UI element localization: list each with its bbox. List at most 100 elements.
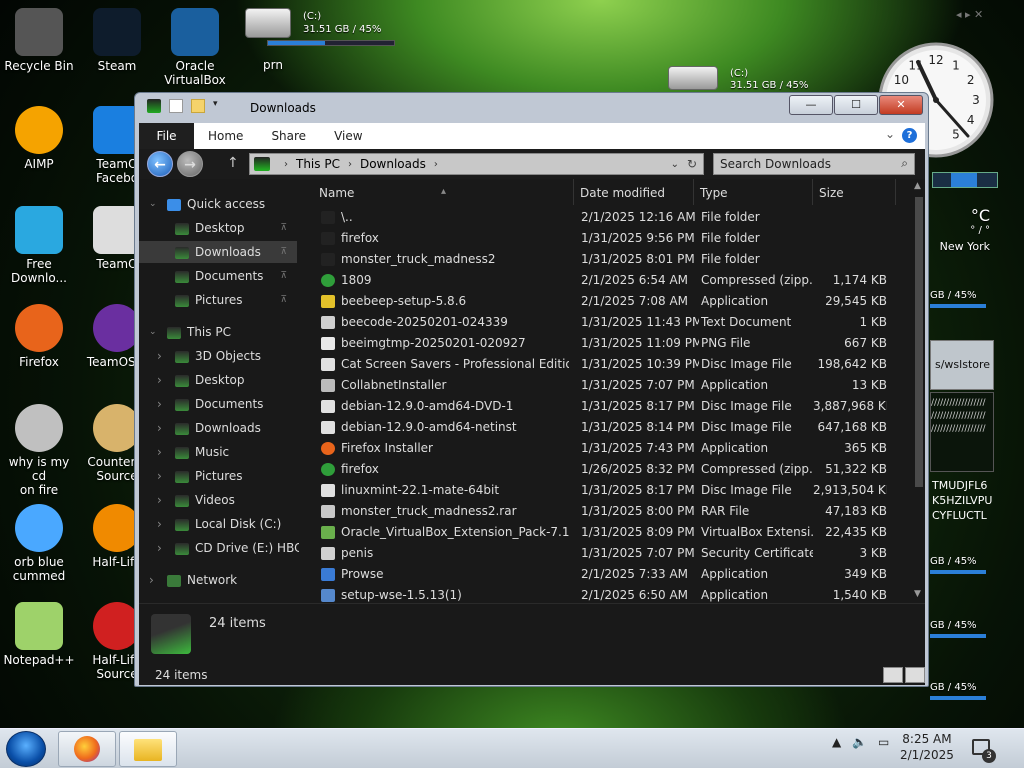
file-row[interactable]: debian-12.9.0-amd64-DVD-1 1/31/2025 8:17 … xyxy=(313,396,913,417)
breadcrumb-separator-icon[interactable]: › xyxy=(284,159,288,170)
file-row[interactable]: \.. 2/1/2025 12:16 AM File folder xyxy=(313,207,913,228)
forward-button[interactable]: → xyxy=(177,151,203,177)
nav-pc-item[interactable]: › Desktop xyxy=(139,369,297,391)
nav-network[interactable]: › Network xyxy=(139,569,297,591)
file-row[interactable]: linuxmint-22.1-mate-64bit 1/31/2025 8:17 … xyxy=(313,480,913,501)
nav-pc-item[interactable]: › Pictures xyxy=(139,465,297,487)
back-button[interactable]: ← xyxy=(147,151,173,177)
file-row[interactable]: Cat Screen Savers - Professional Edition… xyxy=(313,354,913,375)
breadcrumb-separator-icon[interactable]: › xyxy=(434,159,438,170)
details-view-icon[interactable] xyxy=(883,667,903,683)
breadcrumb-separator-icon[interactable]: › xyxy=(348,159,352,170)
file-row[interactable]: monster_truck_madness2.rar 1/31/2025 8:00… xyxy=(313,501,913,522)
expand-chevron-icon[interactable]: › xyxy=(157,369,162,391)
nav-pc-item[interactable]: › Videos xyxy=(139,489,297,511)
nav-pc-item[interactable]: › Downloads xyxy=(139,417,297,439)
network-icon[interactable]: ▭ xyxy=(878,735,889,749)
desktop-icon[interactable]: Firefox xyxy=(0,304,78,369)
expand-chevron-icon[interactable]: › xyxy=(157,465,162,487)
file-row[interactable]: beecode-20250201-024339 1/31/2025 11:43 P… xyxy=(313,312,913,333)
column-date[interactable]: Date modified xyxy=(580,186,665,200)
expand-chevron-icon[interactable]: › xyxy=(149,569,154,591)
breadcrumb-this-pc[interactable]: This PC xyxy=(296,157,340,171)
address-bar[interactable]: › This PC › Downloads › ⌄ ↻ xyxy=(249,153,704,175)
column-type[interactable]: Type xyxy=(700,186,728,200)
desktop-icon[interactable]: Steam xyxy=(78,8,156,73)
vertical-scrollbar[interactable]: ▲ ▼ xyxy=(913,179,925,603)
scroll-up-icon[interactable]: ▲ xyxy=(914,181,921,191)
expand-chevron-icon[interactable]: › xyxy=(157,345,162,367)
minimize-button[interactable]: — xyxy=(789,95,833,115)
desktop-icon[interactable]: why is my cd on fire xyxy=(0,404,78,497)
new-folder-icon[interactable] xyxy=(191,99,205,113)
tab-file[interactable]: File xyxy=(139,123,194,149)
file-row[interactable]: beebeep-setup-5.8.6 2/1/2025 7:08 AM Appli… xyxy=(313,291,913,312)
file-row[interactable]: penis 1/31/2025 7:07 PM Security Certifica… xyxy=(313,543,913,564)
expand-chevron-icon[interactable]: › xyxy=(157,417,162,439)
file-row[interactable]: Oracle_VirtualBox_Extension_Pack-7.1.6 1/… xyxy=(313,522,913,543)
volume-icon[interactable]: 🔈 xyxy=(852,735,867,749)
breadcrumb-downloads[interactable]: Downloads xyxy=(360,157,426,171)
nav-quick-access[interactable]: ⌄ Quick access xyxy=(139,193,297,215)
nav-quick-desktop[interactable]: Desktop ⊼ xyxy=(139,217,297,239)
title-bar[interactable]: ▾ Downloads — ☐ ✕ xyxy=(135,93,928,123)
expand-chevron-icon[interactable]: › xyxy=(157,537,162,559)
collapse-chevron-icon[interactable]: ⌄ xyxy=(149,193,157,215)
taskbar-firefox[interactable] xyxy=(58,731,116,767)
ribbon-expand-icon[interactable]: ⌄ xyxy=(885,127,895,141)
file-row[interactable]: setup-wse-1.5.13(1) 2/1/2025 6:50 AM Appli… xyxy=(313,585,913,603)
address-dropdown-icon[interactable]: ⌄ xyxy=(671,159,679,170)
taskbar-clock[interactable]: 8:25 AM 2/1/2025 xyxy=(900,731,954,763)
nav-pc-item[interactable]: › 3D Objects xyxy=(139,345,297,367)
expand-chevron-icon[interactable]: › xyxy=(157,513,162,535)
desktop-icon[interactable]: AIMP xyxy=(0,106,78,171)
show-hidden-icons-icon[interactable]: ▲ xyxy=(832,735,841,749)
close-button[interactable]: ✕ xyxy=(879,95,923,115)
help-icon[interactable]: ? xyxy=(902,128,917,143)
nav-quick-documents[interactable]: Documents ⊼ xyxy=(139,265,297,287)
tab-view[interactable]: View xyxy=(320,123,376,149)
search-input[interactable]: Search Downloads ⌕ xyxy=(713,153,915,175)
file-row[interactable]: Firefox Installer 1/31/2025 7:43 PM Applic… xyxy=(313,438,913,459)
file-row[interactable]: 1809 2/1/2025 6:54 AM Compressed (zipp... 1… xyxy=(313,270,913,291)
up-button[interactable]: ↑ xyxy=(227,155,239,171)
expand-chevron-icon[interactable]: › xyxy=(157,393,162,415)
search-icon[interactable]: ⌕ xyxy=(901,156,908,171)
expand-chevron-icon[interactable]: › xyxy=(157,489,162,511)
scroll-thumb[interactable] xyxy=(915,197,923,487)
nav-pc-item[interactable]: › Music xyxy=(139,441,297,463)
nav-pc-item[interactable]: › Documents xyxy=(139,393,297,415)
file-row[interactable]: debian-12.9.0-amd64-netinst 1/31/2025 8:1… xyxy=(313,417,913,438)
gadget-nav-icon[interactable]: ◂ ▸ ✕ xyxy=(956,8,983,21)
maximize-button[interactable]: ☐ xyxy=(834,95,878,115)
nav-quick-pictures[interactable]: Pictures ⊼ xyxy=(139,289,297,311)
column-name[interactable]: Name xyxy=(319,186,354,200)
expand-chevron-icon[interactable]: › xyxy=(157,441,162,463)
collapse-chevron-icon[interactable]: ⌄ xyxy=(149,321,157,343)
start-button[interactable] xyxy=(6,731,46,767)
large-icons-view-icon[interactable] xyxy=(905,667,925,683)
file-row[interactable]: beeimgtmp-20250201-020927 1/31/2025 11:09… xyxy=(313,333,913,354)
file-row[interactable]: firefox 1/26/2025 8:32 PM Compressed (zipp… xyxy=(313,459,913,480)
file-row[interactable]: Prowse 2/1/2025 7:33 AM Application 349 KB xyxy=(313,564,913,585)
tab-home[interactable]: Home xyxy=(194,123,257,149)
refresh-icon[interactable]: ↻ xyxy=(687,157,697,171)
desktop-icon[interactable]: Notepad++ xyxy=(0,602,78,667)
file-row[interactable]: CollabnetInstaller 1/31/2025 7:07 PM Appli… xyxy=(313,375,913,396)
desktop-icon[interactable]: Recycle Bin xyxy=(0,8,78,73)
desktop-icon[interactable]: Free Downlo... xyxy=(0,206,78,285)
properties-icon[interactable] xyxy=(169,99,183,113)
scroll-down-icon[interactable]: ▼ xyxy=(914,589,921,599)
nav-this-pc[interactable]: ⌄ This PC xyxy=(139,321,297,343)
desktop-icon[interactable]: prn xyxy=(234,58,312,72)
desktop-icon[interactable]: orb blue cummed xyxy=(0,504,78,583)
file-row[interactable]: firefox 1/31/2025 9:56 PM File folder xyxy=(313,228,913,249)
qat-dropdown-icon[interactable]: ▾ xyxy=(213,99,221,113)
tab-share[interactable]: Share xyxy=(257,123,320,149)
file-row[interactable]: monster_truck_madness2 1/31/2025 8:01 PM F… xyxy=(313,249,913,270)
nav-pc-item[interactable]: › CD Drive (E:) HBCD_ xyxy=(139,537,299,559)
desktop-icon[interactable]: Oracle VirtualBox xyxy=(156,8,234,87)
taskbar-explorer[interactable] xyxy=(119,731,177,767)
nav-pc-item[interactable]: › Local Disk (C:) xyxy=(139,513,297,535)
column-size[interactable]: Size xyxy=(819,186,844,200)
